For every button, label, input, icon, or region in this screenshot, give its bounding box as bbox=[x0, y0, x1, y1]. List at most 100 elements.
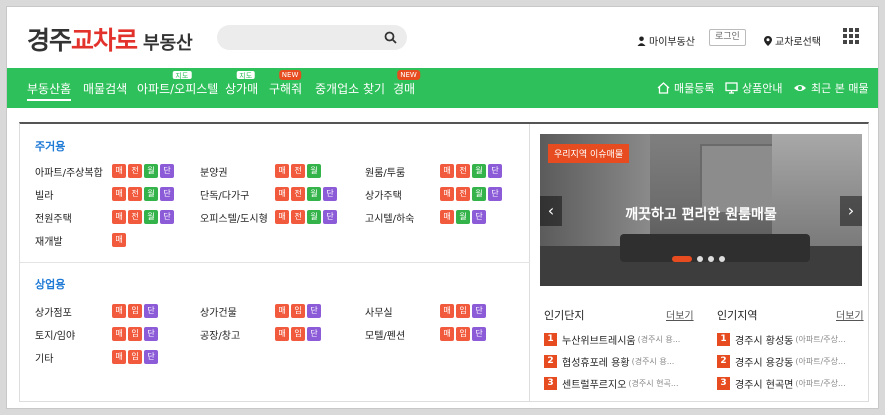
deal-type-tag[interactable]: 월 bbox=[472, 187, 486, 201]
deal-type-tag[interactable]: 임 bbox=[291, 327, 305, 341]
category-name[interactable]: 공장/창고 bbox=[200, 327, 240, 342]
category-name[interactable]: 사무실 bbox=[365, 304, 393, 319]
popular-item-name[interactable]: 경주시 현곡면 bbox=[735, 376, 793, 391]
deal-type-tag[interactable]: 단 bbox=[160, 164, 174, 178]
deal-type-tag[interactable]: 단 bbox=[472, 210, 486, 224]
category-name[interactable]: 단독/다가구 bbox=[200, 187, 249, 202]
region-select-link[interactable]: 교차로선택 bbox=[764, 33, 821, 48]
popular-item[interactable]: 3 경주시 현곡면 (아파트/주상... bbox=[717, 376, 846, 391]
deal-type-tag[interactable]: 매 bbox=[112, 233, 126, 247]
deal-type-tag[interactable]: 전 bbox=[456, 164, 470, 178]
deal-type-tag[interactable]: 전 bbox=[291, 187, 305, 201]
category-name[interactable]: 원룸/투룸 bbox=[365, 164, 405, 179]
banner-next-button[interactable]: › bbox=[840, 196, 862, 226]
category-item[interactable]: 분양권 매 전 월 bbox=[200, 164, 321, 179]
deal-type-tag[interactable]: 월 bbox=[307, 187, 321, 201]
deal-type-tag[interactable]: 월 bbox=[144, 210, 158, 224]
deal-type-tag[interactable]: 매 bbox=[440, 304, 454, 318]
deal-type-tag[interactable]: 임 bbox=[128, 304, 142, 318]
deal-type-tag[interactable]: 단 bbox=[488, 164, 502, 178]
deal-type-tag[interactable]: 전 bbox=[128, 187, 142, 201]
banner-dot[interactable] bbox=[697, 256, 703, 262]
category-name[interactable]: 분양권 bbox=[200, 164, 228, 179]
grid-menu-icon[interactable] bbox=[843, 28, 859, 44]
popular-item[interactable]: 1 경주시 황성동 (아파트/주상... bbox=[717, 332, 846, 347]
deal-type-tag[interactable]: 단 bbox=[144, 350, 158, 364]
category-name[interactable]: 오피스텔/도시형 bbox=[200, 210, 268, 225]
popular-item[interactable]: 2 협성휴포레 용황 (경주시 용... bbox=[544, 354, 674, 369]
deal-type-tag[interactable]: 매 bbox=[440, 187, 454, 201]
search-icon[interactable] bbox=[384, 31, 397, 44]
deal-type-tag[interactable]: 임 bbox=[456, 304, 470, 318]
issue-banner[interactable]: 우리지역 이슈매물 깨끗하고 편리한 원룸매물 ‹ › bbox=[540, 134, 862, 286]
category-item[interactable]: 공장/창고 매 임 단 bbox=[200, 327, 321, 342]
nav-item-request[interactable]: NEW 구해줘 bbox=[269, 70, 302, 97]
popular-item-name[interactable]: 경주시 용강동 bbox=[735, 354, 793, 369]
deal-type-tag[interactable]: 단 bbox=[160, 210, 174, 224]
popular-item-name[interactable]: 센트럴푸르지오 bbox=[562, 376, 626, 391]
category-name[interactable]: 아파트/주상복합 bbox=[35, 164, 103, 179]
deal-type-tag[interactable]: 매 bbox=[275, 327, 289, 341]
deal-type-tag[interactable]: 매 bbox=[112, 304, 126, 318]
deal-type-tag[interactable]: 단 bbox=[323, 210, 337, 224]
deal-type-tag[interactable]: 월 bbox=[307, 210, 321, 224]
category-name[interactable]: 재개발 bbox=[35, 233, 63, 248]
category-item[interactable]: 고시텔/하숙 매 월 단 bbox=[365, 210, 486, 225]
nav-item-search[interactable]: 매물검색 bbox=[83, 80, 127, 97]
popular-complex-more-link[interactable]: 더보기 bbox=[666, 307, 694, 322]
deal-type-tag[interactable]: 월 bbox=[472, 164, 486, 178]
deal-type-tag[interactable]: 매 bbox=[112, 164, 126, 178]
deal-type-tag[interactable]: 매 bbox=[112, 350, 126, 364]
deal-type-tag[interactable]: 단 bbox=[472, 304, 486, 318]
deal-type-tag[interactable]: 매 bbox=[275, 187, 289, 201]
deal-type-tag[interactable]: 매 bbox=[112, 210, 126, 224]
category-item[interactable]: 토지/임야 매 임 단 bbox=[35, 327, 158, 342]
product-info-link[interactable]: 상품안내 bbox=[725, 80, 782, 96]
deal-type-tag[interactable]: 매 bbox=[275, 304, 289, 318]
recent-listings-link[interactable]: 최근 본 매물 bbox=[793, 80, 869, 96]
category-name[interactable]: 고시텔/하숙 bbox=[365, 210, 414, 225]
banner-prev-button[interactable]: ‹ bbox=[540, 196, 562, 226]
popular-region-more-link[interactable]: 더보기 bbox=[836, 307, 864, 322]
deal-type-tag[interactable]: 단 bbox=[307, 304, 321, 318]
my-realty-link[interactable]: 마이부동산 bbox=[637, 33, 695, 48]
category-name[interactable]: 상가건물 bbox=[200, 304, 237, 319]
category-item[interactable]: 상가점포 매 임 단 bbox=[35, 304, 158, 319]
category-name[interactable]: 전원주택 bbox=[35, 210, 72, 225]
category-item[interactable]: 전원주택 매 전 월 단 bbox=[35, 210, 174, 225]
deal-type-tag[interactable]: 매 bbox=[275, 210, 289, 224]
deal-type-tag[interactable]: 단 bbox=[307, 327, 321, 341]
deal-type-tag[interactable]: 매 bbox=[275, 164, 289, 178]
search-input[interactable] bbox=[217, 25, 407, 50]
popular-item-name[interactable]: 경주시 황성동 bbox=[735, 332, 793, 347]
category-name[interactable]: 토지/임야 bbox=[35, 327, 75, 342]
deal-type-tag[interactable]: 전 bbox=[291, 210, 305, 224]
popular-item-name[interactable]: 누산위브트레시움 bbox=[562, 332, 636, 347]
banner-dot[interactable] bbox=[708, 256, 714, 262]
deal-type-tag[interactable]: 매 bbox=[440, 327, 454, 341]
nav-item-home[interactable]: 부동산홈 bbox=[27, 80, 72, 101]
category-name[interactable]: 기타 bbox=[35, 350, 53, 365]
category-name[interactable]: 상가주택 bbox=[365, 187, 402, 202]
login-button[interactable]: 로그인 bbox=[709, 29, 746, 46]
deal-type-tag[interactable]: 단 bbox=[472, 327, 486, 341]
deal-type-tag[interactable]: 월 bbox=[144, 164, 158, 178]
category-item[interactable]: 기타 매 임 단 bbox=[35, 350, 158, 365]
deal-type-tag[interactable]: 단 bbox=[144, 304, 158, 318]
category-item[interactable]: 사무실 매 임 단 bbox=[365, 304, 486, 319]
deal-type-tag[interactable]: 임 bbox=[128, 350, 142, 364]
site-logo[interactable]: 경주 교차로 부동산 bbox=[27, 21, 193, 57]
nav-item-apartment[interactable]: 지도 아파트/오피스텔 bbox=[137, 70, 218, 97]
deal-type-tag[interactable]: 단 bbox=[160, 187, 174, 201]
popular-item[interactable]: 2 경주시 용강동 (아파트/주상... bbox=[717, 354, 846, 369]
category-item[interactable]: 원룸/투룸 매 전 월 단 bbox=[365, 164, 502, 179]
banner-dot-active[interactable] bbox=[672, 256, 692, 262]
deal-type-tag[interactable]: 전 bbox=[128, 210, 142, 224]
popular-item-name[interactable]: 협성휴포레 용황 bbox=[562, 354, 630, 369]
deal-type-tag[interactable]: 매 bbox=[112, 327, 126, 341]
nav-item-store[interactable]: 지도 상가매 bbox=[225, 70, 258, 97]
deal-type-tag[interactable]: 매 bbox=[112, 187, 126, 201]
deal-type-tag[interactable]: 전 bbox=[291, 164, 305, 178]
deal-type-tag[interactable]: 전 bbox=[456, 187, 470, 201]
category-item[interactable]: 빌라 매 전 월 단 bbox=[35, 187, 174, 202]
